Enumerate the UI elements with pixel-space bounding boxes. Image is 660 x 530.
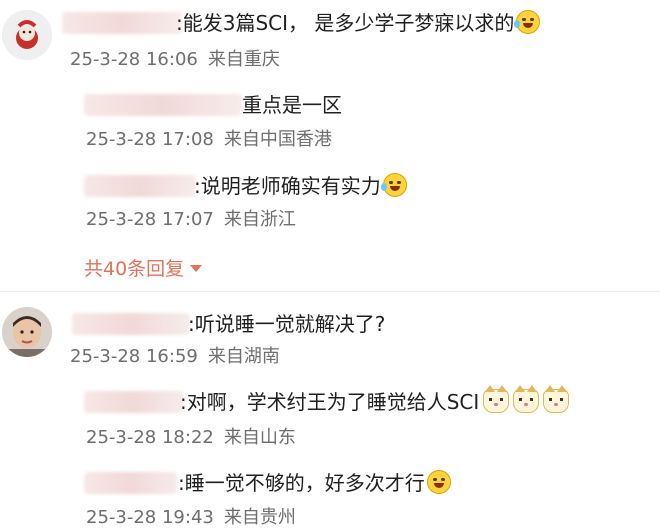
avatar-image bbox=[2, 307, 52, 357]
cat-icon bbox=[513, 385, 540, 413]
reply-text: :说明老师确实有实力 bbox=[194, 173, 407, 199]
reply-text: :对啊，学术纣王为了睡觉给人SCI bbox=[180, 385, 570, 415]
comment-text-content: :能发3篇SCI， 是多少学子梦寐以求的 bbox=[176, 11, 515, 35]
reply-time: 25-3-28 17:08 bbox=[86, 129, 214, 150]
reply-time: 25-3-28 18:22 bbox=[86, 427, 214, 448]
reply-text-content: :对啊，学术纣王为了睡觉给人SCI bbox=[180, 390, 480, 414]
avatar[interactable] bbox=[2, 307, 52, 357]
reply-location: 来自山东 bbox=[223, 427, 296, 448]
username-redacted[interactable] bbox=[84, 175, 196, 197]
comment-text: :能发3篇SCI， 是多少学子梦寐以求的 bbox=[176, 10, 541, 36]
laugh-cry-icon bbox=[380, 173, 407, 197]
comment-text: :听说睡一觉就解决了? bbox=[188, 311, 385, 337]
divider bbox=[0, 291, 660, 292]
reply-text-content: :睡一觉不够的，好多次才行 bbox=[178, 471, 425, 495]
comment-meta: 25-3-28 16:59 来自湖南 bbox=[70, 345, 280, 369]
avatar[interactable] bbox=[2, 10, 52, 60]
reply-time: 25-3-28 19:43 bbox=[86, 507, 214, 528]
comment-time: 25-3-28 16:06 bbox=[70, 49, 198, 70]
comment-location: 来自重庆 bbox=[207, 49, 280, 70]
reply-text: :睡一觉不够的，好多次才行 bbox=[178, 470, 451, 496]
laugh-cry-icon bbox=[514, 10, 541, 34]
comment-text-content: :听说睡一觉就解决了? bbox=[188, 312, 386, 336]
laugh-icon bbox=[426, 470, 451, 494]
comment-time: 25-3-28 16:59 bbox=[70, 346, 198, 367]
reply-text-content: :说明老师确实有实力 bbox=[194, 174, 381, 198]
reply-meta: 25-3-28 19:43 来自贵州 bbox=[86, 506, 296, 530]
username-redacted[interactable] bbox=[72, 313, 190, 335]
reply-meta: 25-3-28 17:07 来自浙江 bbox=[86, 208, 296, 232]
reply-location: 来自浙江 bbox=[223, 209, 296, 230]
username-redacted[interactable] bbox=[84, 391, 184, 413]
comment-meta: 25-3-28 16:06 来自重庆 bbox=[70, 48, 280, 72]
chevron-down-icon bbox=[190, 265, 203, 272]
reply-text-content: 重点是一区 bbox=[242, 93, 342, 117]
cat-icon bbox=[483, 385, 510, 413]
view-replies-button[interactable]: 共40条回复 bbox=[84, 254, 203, 281]
username-redacted[interactable] bbox=[84, 472, 178, 494]
avatar-image bbox=[2, 10, 52, 60]
username-redacted[interactable] bbox=[84, 94, 242, 116]
reply-count-label: 共40条回复 bbox=[84, 258, 185, 280]
comment-location: 来自湖南 bbox=[207, 346, 280, 367]
cat-icon bbox=[543, 385, 570, 413]
reply-location: 来自贵州 bbox=[223, 507, 296, 528]
reply-time: 25-3-28 17:07 bbox=[86, 209, 214, 230]
reply-location: 来自中国香港 bbox=[223, 129, 332, 150]
username-redacted[interactable] bbox=[62, 12, 182, 34]
reply-meta: 25-3-28 17:08 来自中国香港 bbox=[86, 128, 332, 152]
reply-text: 重点是一区 bbox=[242, 92, 342, 118]
reply-meta: 25-3-28 18:22 来自山东 bbox=[86, 426, 296, 450]
